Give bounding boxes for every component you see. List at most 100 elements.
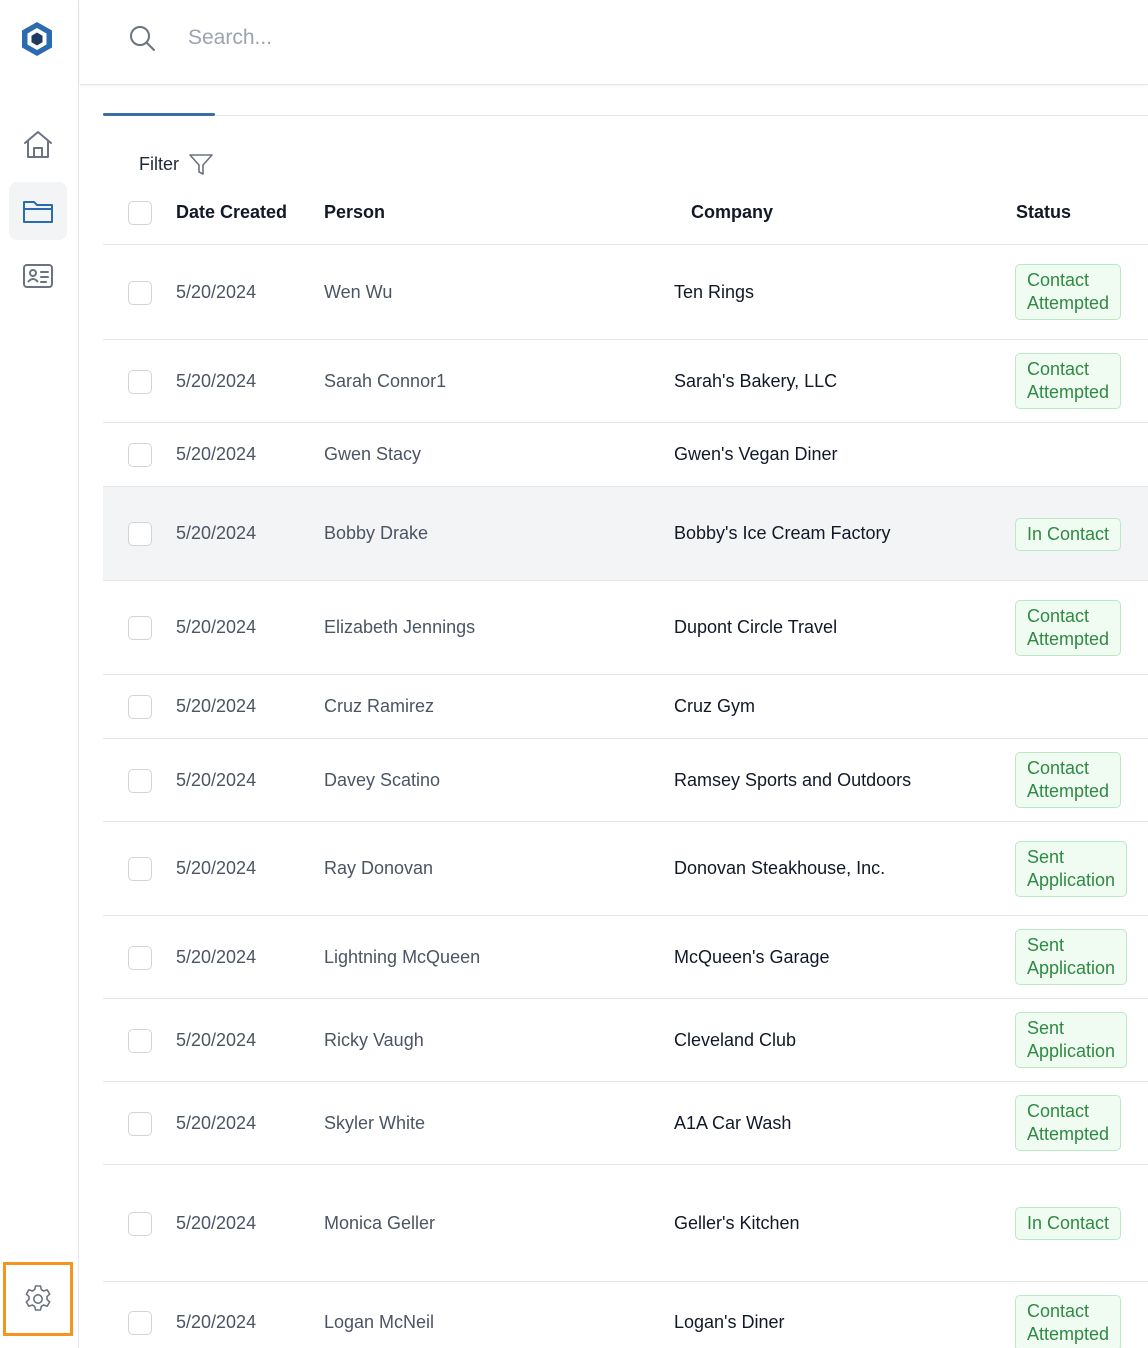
search-input[interactable]: [188, 20, 788, 56]
status-badge-line: Application: [1027, 958, 1116, 978]
date-created-cell: 5/20/2024: [176, 617, 257, 637]
status-badge: Contact Attempted: [1015, 752, 1122, 808]
row-checkbox[interactable]: [128, 280, 152, 305]
folder-icon: [23, 201, 53, 223]
table-row[interactable]: 5/20/2024 Sarah Connor1 Sarah's Bakery, LL…: [103, 340, 1148, 423]
status-badge-line: Attempted: [1027, 781, 1110, 801]
table-row[interactable]: 5/20/2024 Ricky Vaugh Cleveland Club Sent Ap…: [103, 999, 1148, 1082]
status-badge-line: Contact: [1027, 359, 1090, 379]
status-badge: In Contact: [1015, 517, 1122, 551]
table-row[interactable]: 5/20/2024 Wen Wu Ten Rings Contact Attempted: [103, 245, 1148, 340]
table-row[interactable]: 5/20/2024 Elizabeth Jennings Dupont Circle…: [103, 581, 1148, 675]
app-logo-icon[interactable]: [18, 20, 56, 58]
date-created-cell: 5/20/2024: [176, 1212, 257, 1233]
company-cell: Ten Rings: [674, 281, 755, 302]
row-checkbox[interactable]: [128, 1311, 152, 1335]
status-badge-line: Sent: [1027, 846, 1065, 867]
status-badge-line: Application: [1027, 1041, 1116, 1061]
date-created-cell: 5/20/2024: [176, 946, 257, 967]
row-checkbox[interactable]: [128, 1111, 152, 1136]
date-created-cell: 5/20/2024: [176, 444, 257, 464]
date-created-cell: 5/20/2024: [176, 1029, 257, 1050]
company-cell: Gwen's Vegan Diner: [674, 444, 838, 464]
row-checkbox[interactable]: [128, 443, 152, 467]
contact-card-icon: [23, 264, 53, 288]
row-checkbox[interactable]: [128, 945, 152, 970]
column-header-person[interactable]: Person: [324, 202, 385, 223]
person-cell: Wen Wu: [324, 281, 393, 302]
company-cell: Ramsey Sports and Outdoors: [674, 769, 912, 790]
company-cell: Geller's Kitchen: [674, 1212, 800, 1233]
gear-icon: [25, 1285, 51, 1311]
date-created-cell: 5/20/2024: [176, 1312, 257, 1332]
sidebar-item-home[interactable]: [9, 116, 67, 174]
table-row[interactable]: 5/20/2024 Gwen Stacy Gwen's Vegan Diner: [103, 423, 1148, 487]
person-cell: Bobby Drake: [324, 523, 429, 543]
select-all-checkbox[interactable]: [128, 201, 152, 225]
company-cell: Donovan Steakhouse, Inc.: [674, 858, 886, 878]
column-header-status[interactable]: Status: [1016, 202, 1071, 223]
column-header-date[interactable]: Date Created: [176, 202, 287, 223]
status-badge-line: Attempted: [1027, 628, 1110, 649]
company-cell: Logan's Diner: [674, 1312, 785, 1332]
table-row[interactable]: 5/20/2024 Monica Geller Geller's Kitchen In…: [103, 1165, 1148, 1282]
company-cell: Cleveland Club: [674, 1029, 797, 1050]
row-checkbox[interactable]: [128, 369, 152, 394]
table-row[interactable]: 5/20/2024 Lightning McQueen McQueen's Gara…: [103, 916, 1148, 999]
sidebar: [0, 0, 79, 1348]
person-cell: Ricky Vaugh: [324, 1029, 424, 1050]
status-badge-line: Attempted: [1027, 382, 1110, 402]
sidebar-item-contacts[interactable]: [9, 247, 67, 305]
table-row[interactable]: 5/20/2024 Cruz Ramirez Cruz Gym: [103, 675, 1148, 739]
person-cell: Lightning McQueen: [324, 946, 481, 967]
status-badge-line: Attempted: [1027, 1124, 1110, 1144]
row-checkbox[interactable]: [128, 616, 152, 640]
table-row[interactable]: 5/20/2024 Ray Donovan Donovan Steakhouse, …: [103, 822, 1148, 916]
sidebar-item-folders[interactable]: [9, 182, 67, 240]
row-checkbox[interactable]: [128, 768, 152, 793]
table-body: 5/20/2024 Wen Wu Ten Rings Contact Attempted…: [103, 245, 1148, 1348]
row-checkbox[interactable]: [128, 695, 152, 719]
status-badge: Contact Attempted: [1015, 599, 1122, 656]
person-cell: Logan McNeil: [324, 1312, 435, 1332]
status-badge-line: Sent: [1027, 1018, 1065, 1038]
person-cell: Cruz Ramirez: [324, 696, 435, 716]
row-checkbox[interactable]: [128, 522, 152, 546]
status-badge-line: Contact: [1027, 758, 1090, 778]
status-badge-line: Contact: [1027, 270, 1090, 290]
table-row[interactable]: 5/20/2024 Logan McNeil Logan's Diner Contac…: [103, 1282, 1148, 1348]
company-cell: McQueen's Garage: [674, 946, 830, 967]
row-checkbox[interactable]: [128, 857, 152, 881]
table-row[interactable]: 5/20/2024 Bobby Drake Bobby's Ice Cream Fa…: [103, 487, 1148, 581]
leads-table: Date Created Person Company Status 5/20/…: [103, 182, 1148, 1348]
table-row[interactable]: 5/20/2024 Skyler White A1A Car Wash Contact…: [103, 1082, 1148, 1165]
person-cell: Elizabeth Jennings: [324, 617, 476, 637]
status-badge: Contact Attempted: [1015, 264, 1122, 320]
table-header: Date Created Person Company Status: [103, 182, 1148, 245]
person-cell: Sarah Connor1: [324, 370, 447, 391]
status-badge-line: Application: [1027, 869, 1116, 890]
date-created-cell: 5/20/2024: [176, 858, 257, 878]
company-cell: Dupont Circle Travel: [674, 617, 838, 637]
company-cell: A1A Car Wash: [674, 1112, 792, 1133]
row-checkbox[interactable]: [128, 1211, 152, 1236]
table-row[interactable]: 5/20/2024 Davey Scatino Ramsey Sports and …: [103, 739, 1148, 822]
status-badge-line: In Contact: [1027, 1213, 1110, 1233]
search-icon[interactable]: [128, 24, 156, 52]
status-badge: Contact Attempted: [1015, 353, 1122, 409]
column-header-company[interactable]: Company: [691, 202, 773, 223]
date-created-cell: 5/20/2024: [176, 370, 257, 391]
status-badge-line: Attempted: [1027, 293, 1110, 313]
status-badge-line: Attempted: [1027, 1323, 1110, 1344]
status-badge: Sent Application: [1015, 1012, 1128, 1068]
person-cell: Monica Geller: [324, 1212, 436, 1233]
status-badge: Sent Application: [1015, 929, 1128, 985]
filter-button[interactable]: Filter: [139, 150, 215, 178]
row-checkbox[interactable]: [128, 1028, 152, 1053]
date-created-cell: 5/20/2024: [176, 1112, 257, 1133]
status-badge-line: Contact: [1027, 1300, 1090, 1321]
person-cell: Gwen Stacy: [324, 444, 422, 464]
status-badge: Contact Attempted: [1015, 1095, 1122, 1151]
home-icon: [24, 131, 52, 158]
settings-button[interactable]: [3, 1262, 73, 1336]
